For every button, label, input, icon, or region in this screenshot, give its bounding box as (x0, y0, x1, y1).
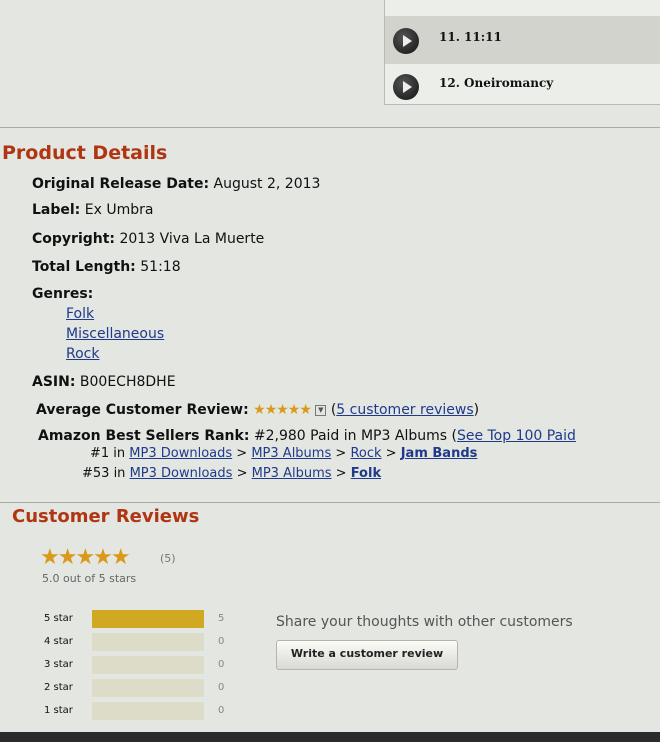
asin-row: ASIN: B00ECH8DHE (32, 374, 176, 390)
avg-review-label: Average Customer Review: (36, 402, 249, 418)
section-divider (0, 127, 660, 128)
histogram-count: 0 (218, 659, 225, 670)
label-label: Label: (32, 202, 81, 218)
genres-row: Genres: (32, 286, 93, 302)
release-date-row: Original Release Date: August 2, 2013 (32, 176, 320, 192)
histogram-count: 5 (218, 613, 225, 624)
breadcrumb-separator: > (236, 446, 248, 461)
track-row-12[interactable]: 12. Oneiromancy (385, 62, 660, 110)
asin-label: ASIN: (32, 374, 76, 390)
breadcrumb-separator: > (236, 466, 248, 481)
mp3-albums-link[interactable]: MP3 Albums (252, 466, 332, 481)
asin-value: B00ECH8DHE (79, 374, 176, 390)
label-value: Ex Umbra (84, 202, 154, 218)
screen-bezel (0, 732, 660, 742)
histogram-bar[interactable] (92, 679, 204, 697)
mp3-albums-link[interactable]: MP3 Albums (251, 446, 331, 461)
histogram-bar[interactable] (92, 610, 204, 628)
histogram-count: 0 (218, 682, 225, 693)
rank-value: #2,980 Paid in MP3 Albums ( (253, 428, 457, 444)
length-label: Total Length: (32, 259, 136, 275)
folk-link[interactable]: Folk (351, 466, 381, 481)
release-date-label: Original Release Date: (32, 176, 210, 192)
genre-link-rock[interactable]: Rock (66, 346, 99, 362)
breadcrumb-separator: > (385, 446, 397, 461)
rank-sub-row-2: #53 in MP3 Downloads > MP3 Albums > Folk (82, 466, 381, 481)
rock-link[interactable]: Rock (350, 446, 381, 461)
customer-reviews-title: Customer Reviews (12, 506, 200, 527)
histogram-bar-fill (92, 610, 204, 628)
histogram-bar[interactable] (92, 702, 204, 720)
play-icon[interactable] (393, 74, 419, 100)
histogram-label[interactable]: 4 star (44, 636, 73, 647)
rank-prefix: #53 in (82, 466, 126, 481)
rank-sub-row-1: #1 in MP3 Downloads > MP3 Albums > Rock … (90, 446, 477, 461)
track-title[interactable]: 12. Oneiromancy (439, 76, 553, 90)
share-thoughts-text: Share your thoughts with other customers (276, 614, 573, 630)
genres-label: Genres: (32, 286, 94, 302)
write-review-button[interactable]: Write a customer review (276, 640, 458, 670)
histogram-label[interactable]: 5 star (44, 613, 73, 624)
rating-stars-icon: ★★★★★ (40, 545, 131, 570)
breadcrumb-separator: > (335, 446, 347, 461)
label-row: Label: Ex Umbra (32, 202, 153, 218)
product-details-title: Product Details (2, 142, 168, 164)
customer-reviews-link[interactable]: 5 customer reviews (336, 402, 473, 418)
copyright-row: Copyright: 2013 Viva La Muerte (32, 231, 264, 247)
length-value: 51:18 (140, 259, 181, 275)
section-divider (0, 502, 660, 503)
histogram-bar[interactable] (92, 656, 204, 674)
track-title[interactable]: 11. 11:11 (439, 30, 502, 44)
genre-link-folk[interactable]: Folk (66, 306, 94, 322)
copyright-value: 2013 Viva La Muerte (119, 231, 265, 247)
genre-link-miscellaneous[interactable]: Miscellaneous (66, 326, 164, 342)
play-icon[interactable] (393, 28, 419, 54)
review-count[interactable]: (5) (160, 552, 176, 565)
length-row: Total Length: 51:18 (32, 259, 181, 275)
histogram-count: 0 (218, 705, 225, 716)
track-row-11[interactable]: 11. 11:11 (385, 16, 660, 64)
track-list: 11. 11:11 12. Oneiromancy (384, 0, 660, 105)
breadcrumb-separator: > (335, 466, 347, 481)
histogram-label[interactable]: 1 star (44, 705, 73, 716)
avg-review-row: Average Customer Review: ★★★★★ ▼ (5 cust… (36, 402, 479, 418)
rank-prefix: #1 in (90, 446, 126, 461)
rank-label: Amazon Best Sellers Rank: (38, 428, 250, 444)
histogram-count: 0 (218, 636, 225, 647)
rank-row: Amazon Best Sellers Rank: #2,980 Paid in… (38, 428, 576, 444)
mp3-downloads-link[interactable]: MP3 Downloads (129, 446, 232, 461)
jam-bands-link[interactable]: Jam Bands (401, 446, 478, 461)
chevron-down-icon[interactable]: ▼ (315, 404, 327, 416)
histogram-bar[interactable] (92, 633, 204, 651)
see-top-100-link[interactable]: See Top 100 Paid (457, 428, 576, 444)
histogram-label[interactable]: 2 star (44, 682, 73, 693)
rating-stars-icon[interactable]: ★★★★★ (253, 402, 312, 418)
mp3-downloads-link[interactable]: MP3 Downloads (130, 466, 233, 481)
rating-summary: 5.0 out of 5 stars (42, 572, 137, 585)
release-date-value: August 2, 2013 (213, 176, 321, 192)
copyright-label: Copyright: (32, 231, 116, 247)
paren-close: ) (473, 402, 480, 418)
histogram-label[interactable]: 3 star (44, 659, 73, 670)
